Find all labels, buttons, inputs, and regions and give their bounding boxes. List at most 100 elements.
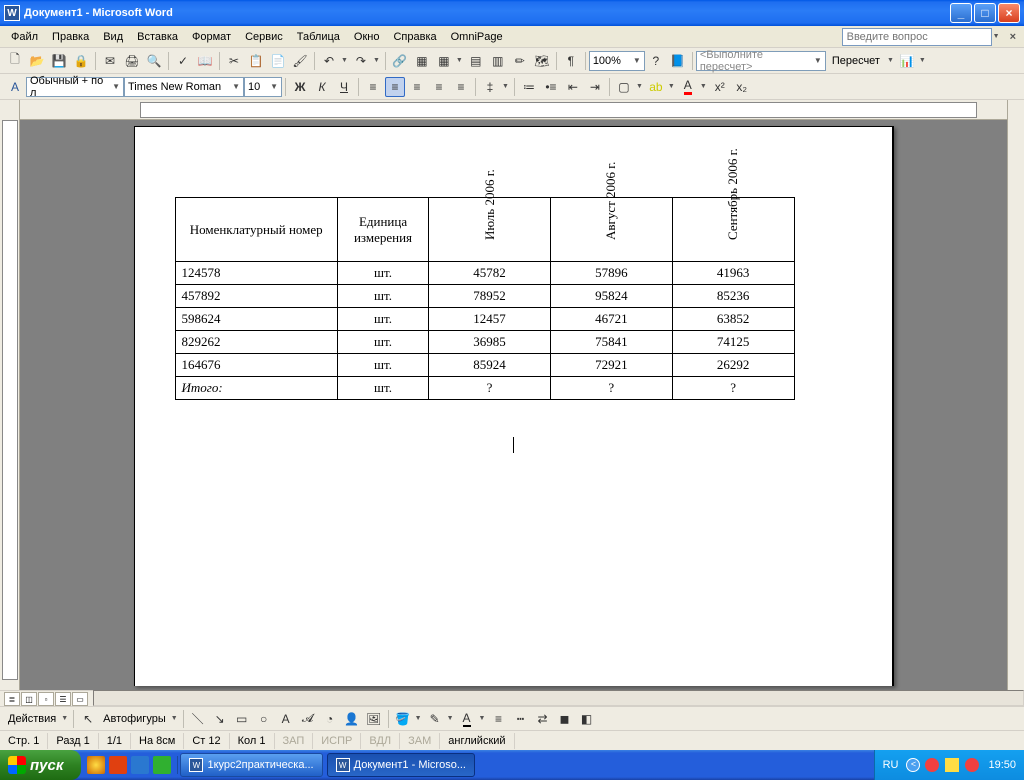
cut-icon[interactable]: ✂ (224, 51, 244, 71)
minimize-button[interactable]: _ (950, 3, 972, 23)
status-lang[interactable]: английский (440, 733, 514, 749)
menu-omnipage[interactable]: OmniPage (444, 29, 510, 45)
ql-icon-1[interactable] (87, 756, 105, 774)
tray-clock[interactable]: 19:50 (988, 759, 1016, 771)
wordart-icon[interactable]: 𝓐 (298, 709, 318, 729)
ql-icon-4[interactable] (153, 756, 171, 774)
bold-button[interactable]: Ж (290, 77, 310, 97)
textbox-icon[interactable]: A (276, 709, 296, 729)
menu-window[interactable]: Окно (347, 29, 387, 45)
th-unit[interactable]: Единица измерения (337, 198, 428, 262)
menu-format[interactable]: Формат (185, 29, 238, 45)
3d-icon[interactable]: ◧ (576, 709, 596, 729)
shadow-icon[interactable]: ◼ (554, 709, 574, 729)
align-justify-icon[interactable]: ≡ (429, 77, 449, 97)
document-scroll[interactable]: Номенклатурный номер Единица измерения И… (20, 120, 1007, 690)
print-icon[interactable]: 🖨 (122, 51, 142, 71)
horizontal-scrollbar[interactable] (93, 690, 1024, 706)
help-icon[interactable]: ? (646, 51, 666, 71)
undo-dropdown[interactable]: ▼ (341, 57, 348, 64)
tray-icon-3[interactable] (965, 758, 979, 772)
status-rec[interactable]: ЗАП (275, 733, 314, 749)
chart-icon[interactable]: 📊 (897, 51, 917, 71)
th-sep[interactable]: Сентябрь 2006 г. (672, 198, 794, 262)
autoshapes-menu[interactable]: Автофигуры (99, 711, 170, 727)
recalc-button[interactable]: Пересчет (826, 55, 886, 67)
fontcolor-icon[interactable]: A (678, 77, 698, 97)
taskbar-item-2[interactable]: WДокумент1 - Microso... (327, 753, 475, 777)
picture-icon[interactable]: 🖼 (364, 709, 384, 729)
open-icon[interactable]: 📂 (27, 51, 47, 71)
draw-actions-menu[interactable]: Действия (4, 711, 60, 727)
tray-icon-2[interactable] (945, 758, 959, 772)
status-ext[interactable]: ВДЛ (361, 733, 400, 749)
fontsize-select[interactable]: 10▼ (244, 77, 282, 97)
close-button[interactable]: × (998, 3, 1020, 23)
paste-icon[interactable]: 📄 (268, 51, 288, 71)
menu-tools[interactable]: Сервис (238, 29, 290, 45)
undo-icon[interactable]: ↶ (319, 51, 339, 71)
horizontal-ruler[interactable] (20, 100, 1007, 120)
subscript-icon[interactable]: x₂ (732, 77, 752, 97)
diagram-icon[interactable]: ◔ (320, 709, 340, 729)
show-marks-icon[interactable]: ¶ (561, 51, 581, 71)
help-dropdown-icon[interactable]: ▼ (993, 33, 1000, 40)
distribute-icon[interactable]: ≡ (451, 77, 471, 97)
document-table[interactable]: Номенклатурный номер Единица измерения И… (175, 197, 795, 400)
save-icon[interactable]: 💾 (49, 51, 69, 71)
tables-borders-icon[interactable]: ▦ (412, 51, 432, 71)
superscript-icon[interactable]: x² (710, 77, 730, 97)
arrow-icon[interactable]: ↘ (210, 709, 230, 729)
fillcolor-icon[interactable]: 🪣 (393, 709, 413, 729)
document-page[interactable]: Номенклатурный номер Единица измерения И… (134, 126, 894, 686)
spellcheck-icon[interactable]: ✓ (173, 51, 193, 71)
align-left-icon[interactable]: ≡ (363, 77, 383, 97)
permissions-icon[interactable]: 🔒 (71, 51, 91, 71)
insert-table-icon[interactable]: ▦ (434, 51, 454, 71)
borders-icon[interactable]: ▢ (614, 77, 634, 97)
format-painter-icon[interactable]: 🖌 (290, 51, 310, 71)
redo-dropdown[interactable]: ▼ (373, 57, 380, 64)
view-print-icon[interactable]: ▫ (38, 692, 54, 706)
preview-icon[interactable]: 🔍 (144, 51, 164, 71)
dashstyle-icon[interactable]: ┅ (510, 709, 530, 729)
drawing-icon[interactable]: ✏ (510, 51, 530, 71)
vertical-scrollbar[interactable] (1007, 100, 1024, 690)
excel-icon[interactable]: ▤ (466, 51, 486, 71)
fontcolor2-icon[interactable]: A (457, 709, 477, 729)
doc-close-button[interactable]: × (1006, 31, 1020, 43)
hyperlink-icon[interactable]: 🔗 (390, 51, 410, 71)
view-outline-icon[interactable]: ☰ (55, 692, 71, 706)
status-trk[interactable]: ИСПР (313, 733, 361, 749)
indent-icon[interactable]: ⇥ (585, 77, 605, 97)
vertical-ruler[interactable] (0, 100, 20, 690)
oval-icon[interactable]: ○ (254, 709, 274, 729)
tray-icon-1[interactable] (925, 758, 939, 772)
ql-icon-3[interactable] (131, 756, 149, 774)
underline-button[interactable]: Ч (334, 77, 354, 97)
tray-hide-icon[interactable]: < (906, 758, 920, 772)
taskbar-item-1[interactable]: W1курс2практическа... (180, 753, 322, 777)
italic-button[interactable]: К (312, 77, 332, 97)
font-select[interactable]: Times New Roman▼ (124, 77, 244, 97)
outdent-icon[interactable]: ⇤ (563, 77, 583, 97)
columns-icon[interactable]: ▥ (488, 51, 508, 71)
linespacing-icon[interactable]: ‡ (480, 77, 500, 97)
styles-pane-icon[interactable]: A (5, 77, 25, 97)
line-icon[interactable]: ＼ (188, 709, 208, 729)
select-objects-icon[interactable]: ↖ (78, 709, 98, 729)
clipart-icon[interactable]: 👤 (342, 709, 362, 729)
read-mode-icon[interactable]: 📘 (668, 51, 688, 71)
rectangle-icon[interactable]: ▭ (232, 709, 252, 729)
ql-icon-2[interactable] (109, 756, 127, 774)
new-doc-icon[interactable]: 🗋 (5, 51, 25, 71)
redo-icon[interactable]: ↷ (351, 51, 371, 71)
th-aug[interactable]: Август 2006 г. (550, 198, 672, 262)
research-icon[interactable]: 📖 (195, 51, 215, 71)
align-center-icon[interactable]: ≡ (385, 77, 405, 97)
menu-insert[interactable]: Вставка (130, 29, 185, 45)
linecolor-icon[interactable]: ✎ (425, 709, 445, 729)
menu-file[interactable]: Файл (4, 29, 45, 45)
tray-lang[interactable]: RU (883, 759, 899, 771)
recalc-hint-box[interactable]: <Выполните пересчет>▼ (696, 51, 826, 71)
